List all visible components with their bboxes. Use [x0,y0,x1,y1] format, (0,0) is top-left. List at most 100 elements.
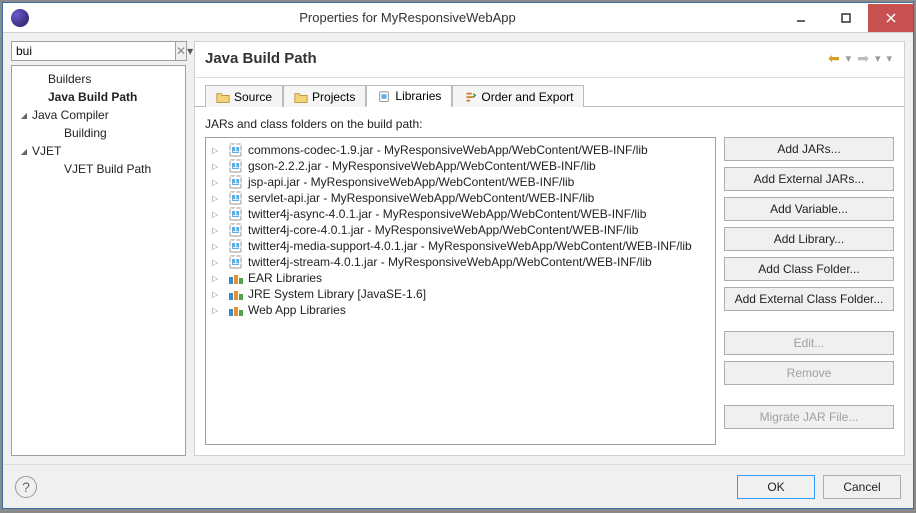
nav-item-vjet-build-path[interactable]: VJET Build Path [12,160,185,178]
tabs-row: Source Projects Libraries Order and Export [195,78,904,107]
nav-item-label: Java Build Path [48,90,137,104]
jar-icon: 010 [228,255,244,269]
edit-button[interactable]: Edit... [724,331,894,355]
properties-window: Properties for MyResponsiveWebApp ✕ ▾ Bu… [2,2,914,509]
remove-button[interactable]: Remove [724,361,894,385]
filter-menu-button[interactable]: ▾ [187,41,193,61]
library-set-icon [228,303,244,317]
library-item[interactable]: ▷ JRE System Library [JavaSE-1.6] [210,286,711,302]
tab-label: Projects [312,90,355,104]
libraries-label: JARs and class folders on the build path… [205,113,716,137]
library-item-label: Web App Libraries [248,303,346,317]
jar-icon: 010 [228,223,244,237]
library-item[interactable]: ▷EAR Libraries [210,270,711,286]
tab-libraries[interactable]: Libraries [366,85,452,107]
add-external-jars-button[interactable]: Add External JARs... [724,167,894,191]
library-item[interactable]: ▷010jsp-api.jar - MyResponsiveWebApp/Web… [210,174,711,190]
nav-item-vjet[interactable]: ◢VJET [12,142,185,160]
page-title: Java Build Path [205,50,826,67]
add-jars-button[interactable]: Add JARs... [724,137,894,161]
migrate-jar-button[interactable]: Migrate JAR File... [724,405,894,429]
add-library-button[interactable]: Add Library... [724,227,894,251]
forward-menu-icon[interactable]: ▾ [873,52,883,65]
library-item[interactable]: ▷Web App Libraries [210,302,711,318]
nav-item-builders[interactable]: Builders [12,70,185,88]
app-icon [11,9,29,27]
library-item-label: JRE System Library [JavaSE-1.6] [248,287,426,301]
minimize-button[interactable] [778,4,823,32]
add-variable-button[interactable]: Add Variable... [724,197,894,221]
twisty-icon: ▷ [212,194,224,203]
maximize-button[interactable] [823,4,868,32]
twisty-icon: ◢ [18,109,30,121]
page-header: Java Build Path ⬅▾ ➡▾ ▾ [195,42,904,78]
back-menu-icon[interactable]: ▾ [844,52,854,65]
libraries-list[interactable]: ▷010commons-codec-1.9.jar - MyResponsive… [205,137,716,445]
view-menu-icon[interactable]: ▾ [884,52,894,65]
clear-filter-button[interactable]: ✕ [176,41,187,61]
close-button[interactable] [868,4,913,32]
content-area: ✕ ▾ BuildersJava Build Path◢Java Compile… [3,33,913,464]
cancel-button[interactable]: Cancel [823,475,901,499]
library-item-label: jsp-api.jar - MyResponsiveWebApp/WebCont… [248,175,574,189]
library-item[interactable]: ▷010twitter4j-core-4.0.1.jar - MyRespons… [210,222,711,238]
twisty-icon: ▷ [212,226,224,235]
titlebar: Properties for MyResponsiveWebApp [3,3,913,33]
nav-item-label: VJET Build Path [64,162,151,176]
jar-icon: 010 [228,159,244,173]
library-item[interactable]: ▷010gson-2.2.2.jar - MyResponsiveWebApp/… [210,158,711,174]
nav-item-label: Java Compiler [32,108,109,122]
library-item[interactable]: ▷010twitter4j-media-support-4.0.1.jar - … [210,238,711,254]
twisty-icon: ▷ [212,210,224,219]
tab-label: Source [234,90,272,104]
libraries-left: JARs and class folders on the build path… [205,113,716,445]
tab-label: Order and Export [481,90,573,104]
nav-item-building[interactable]: Building [12,124,185,142]
library-item[interactable]: ▷010twitter4j-async-4.0.1.jar - MyRespon… [210,206,711,222]
svg-text:010: 010 [228,223,244,235]
footer: ? OK Cancel [3,464,913,508]
nav-item-java-compiler[interactable]: ◢Java Compiler [12,106,185,124]
window-controls [778,4,913,32]
folder-icon [294,91,308,103]
svg-text:010: 010 [228,207,244,219]
twisty-icon [50,163,62,175]
libraries-buttons: Add JARs... Add External JARs... Add Var… [724,113,894,445]
nav-item-java-build-path[interactable]: Java Build Path [12,88,185,106]
back-icon[interactable]: ⬅ [826,50,842,67]
library-set-icon [228,287,244,301]
nav-tree[interactable]: BuildersJava Build Path◢Java CompilerBui… [11,65,186,456]
nav-item-label: Builders [48,72,91,86]
library-item[interactable]: ▷010servlet-api.jar - MyResponsiveWebApp… [210,190,711,206]
jar-icon: 010 [228,191,244,205]
library-item[interactable]: ▷010twitter4j-stream-4.0.1.jar - MyRespo… [210,254,711,270]
twisty-icon: ▷ [212,146,224,155]
add-class-folder-button[interactable]: Add Class Folder... [724,257,894,281]
ok-button[interactable]: OK [737,475,815,499]
twisty-icon [34,91,46,103]
search-row: ✕ ▾ [11,41,186,61]
forward-icon[interactable]: ➡ [855,50,871,67]
filter-input[interactable] [11,41,176,61]
svg-text:010: 010 [228,159,244,171]
tab-source[interactable]: Source [205,85,283,107]
help-icon[interactable]: ? [15,476,37,498]
twisty-icon: ◢ [18,145,30,157]
library-item-label: EAR Libraries [248,271,322,285]
jar-icon: 010 [228,239,244,253]
library-item[interactable]: ▷010commons-codec-1.9.jar - MyResponsive… [210,142,711,158]
jar-icon: 010 [228,207,244,221]
folder-icon [216,91,230,103]
add-external-class-folder-button[interactable]: Add External Class Folder... [724,287,894,311]
tab-order-and-export[interactable]: Order and Export [452,85,584,107]
library-item-label: twitter4j-media-support-4.0.1.jar - MyRe… [248,239,692,253]
svg-text:010: 010 [228,175,244,187]
jar-icon: 010 [228,143,244,157]
twisty-icon: ▷ [212,258,224,267]
libraries-section: JARs and class folders on the build path… [195,107,904,455]
window-title: Properties for MyResponsiveWebApp [37,10,778,25]
tab-projects[interactable]: Projects [283,85,366,107]
twisty-icon: ▷ [212,290,224,299]
svg-text:010: 010 [228,255,244,267]
twisty-icon: ▷ [212,162,224,171]
